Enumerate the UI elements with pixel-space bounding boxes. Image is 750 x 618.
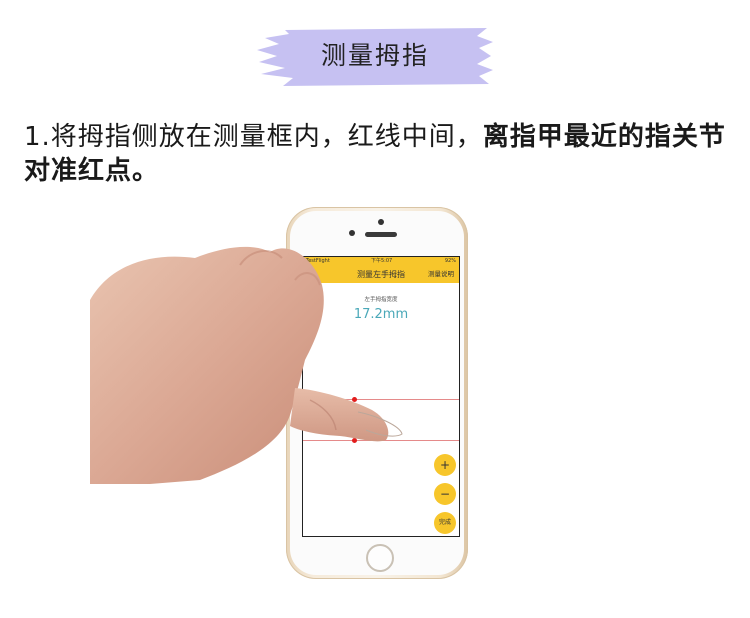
decrease-button[interactable]: − xyxy=(434,483,456,505)
help-button[interactable]: 测量说明 xyxy=(428,266,454,283)
instruction-normal: 1.将拇指侧放在测量框内，红线中间， xyxy=(24,122,483,152)
title-banner: 测量拇指 xyxy=(255,24,495,88)
sensor-icon xyxy=(349,230,355,236)
done-button[interactable]: 完成 xyxy=(434,512,456,534)
increase-button[interactable]: + xyxy=(434,454,456,476)
hand-illustration xyxy=(90,246,403,484)
speaker-grille xyxy=(365,232,397,237)
status-battery: 92% xyxy=(444,258,456,264)
instruction-text: 1.将拇指侧放在测量框内，红线中间，离指甲最近的指关节对准红点。 xyxy=(24,120,734,188)
home-button xyxy=(366,544,394,572)
camera-icon xyxy=(378,219,384,225)
page-title: 测量拇指 xyxy=(320,41,429,70)
